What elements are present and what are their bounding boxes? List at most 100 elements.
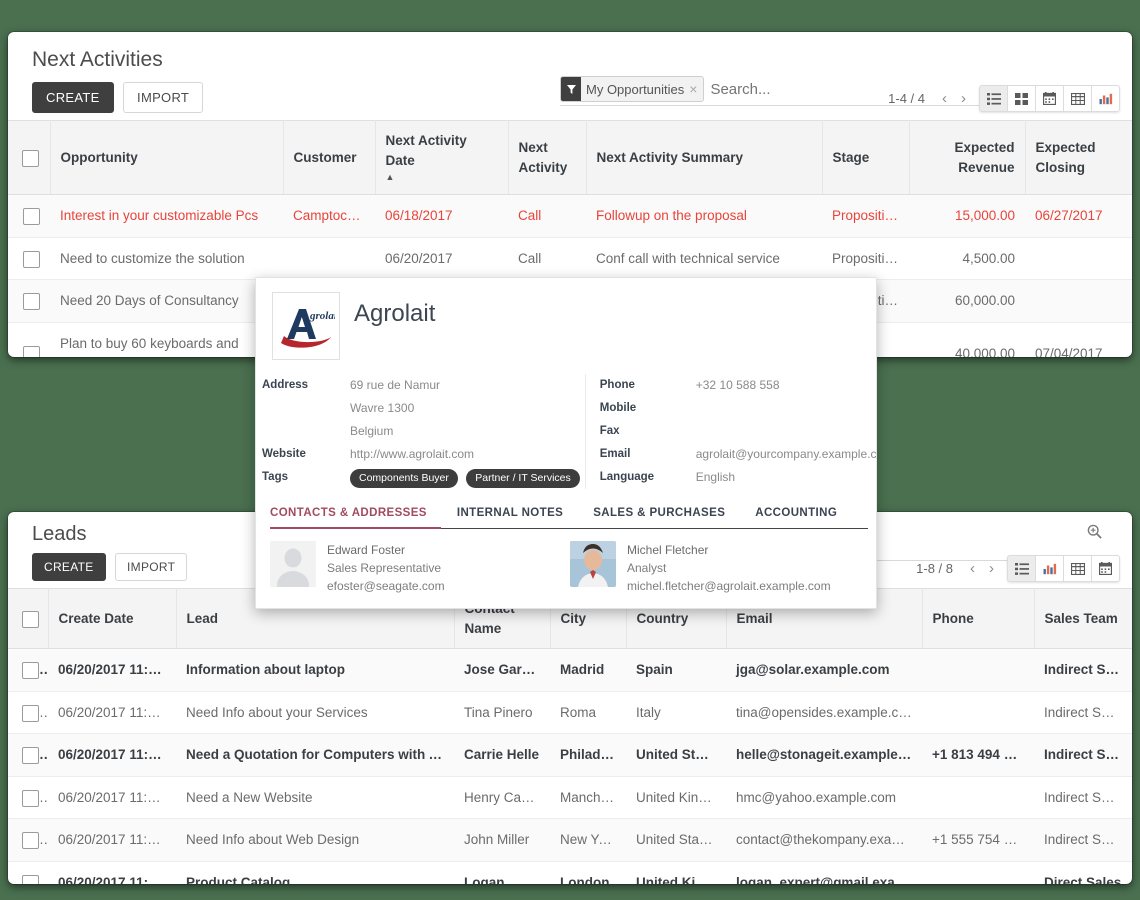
cell-stage: Proposition — [822, 237, 909, 280]
leads-graph-view-icon[interactable] — [1035, 555, 1064, 582]
filter-icon — [561, 77, 581, 101]
leads-pivot-view-icon[interactable] — [1063, 555, 1092, 582]
cell-expected-revenue: 60,000.00 — [909, 280, 1025, 323]
cell-customer: Camptocamp — [283, 195, 375, 238]
cell-contact-name: Logan — [454, 861, 550, 884]
row-select-cell — [8, 819, 48, 862]
leads-select-all-checkbox[interactable] — [22, 611, 39, 628]
column-header-next-activity-summary[interactable]: Next Activity Summary — [586, 121, 822, 195]
pivot-view-icon[interactable] — [1063, 85, 1092, 112]
select-all-checkbox[interactable] — [22, 150, 39, 167]
cell-country: United Kingdom — [626, 861, 726, 884]
column-header-customer[interactable]: Customer — [283, 121, 375, 195]
table-row[interactable]: 06/20/2017 11:06:10Need Info about your … — [8, 691, 1132, 734]
table-row[interactable]: 06/20/2017 11:06:10Need a New WebsiteHen… — [8, 776, 1132, 819]
search-facet-my-opportunities[interactable]: My Opportunities × — [560, 76, 704, 102]
tab-sales-and-purchases[interactable]: SALES & PURCHASES — [593, 501, 739, 528]
cell-create-date: 06/20/2017 11:06:10 — [48, 861, 176, 884]
close-icon[interactable]: × — [689, 81, 703, 97]
cell-stage: Proposition — [822, 195, 909, 238]
row-select-cell — [8, 649, 48, 692]
table-row[interactable]: Interest in your customizable Pcs Campto… — [8, 195, 1132, 238]
row-select-cell — [8, 322, 50, 357]
cell-country: Spain — [626, 649, 726, 692]
cell-contact-name: John Miller — [454, 819, 550, 862]
table-row[interactable]: Need to customize the solution 06/20/201… — [8, 237, 1132, 280]
column-header-create-date[interactable]: Create Date — [48, 589, 176, 649]
row-checkbox[interactable] — [23, 346, 40, 357]
leads-pager-previous-button[interactable]: ‹ — [963, 560, 982, 577]
row-checkbox[interactable] — [22, 832, 39, 849]
cell-email: helle@stonageit.example.com — [726, 734, 922, 777]
column-header-stage[interactable]: Stage — [822, 121, 909, 195]
leads-calendar-view-icon[interactable] — [1091, 555, 1120, 582]
photo-avatar — [570, 541, 616, 587]
create-button[interactable]: CREATE — [32, 82, 114, 113]
cell-email: hmc@yahoo.example.com — [726, 776, 922, 819]
row-checkbox[interactable] — [23, 293, 40, 310]
table-row[interactable]: 06/20/2017 11:06:10Need Info about Web D… — [8, 819, 1132, 862]
kanban-view-icon[interactable] — [1007, 85, 1036, 112]
cell-sales-team: Indirect Sales — [1034, 819, 1132, 862]
website-value[interactable]: http://www.agrolait.com — [350, 443, 585, 466]
import-button[interactable]: IMPORT — [123, 82, 203, 113]
column-header-next-activity[interactable]: Next Activity — [508, 121, 586, 195]
leads-pager-count: 1-8 / 8 — [916, 561, 953, 576]
cell-country: United States — [626, 819, 726, 862]
cell-create-date: 06/20/2017 11:06:10 — [48, 776, 176, 819]
list-view-icon[interactable] — [979, 85, 1008, 112]
table-row[interactable]: 06/20/2017 11:06:10Product CatalogLoganL… — [8, 861, 1132, 884]
cell-lead: Need Info about Web Design — [176, 819, 454, 862]
leads-import-button[interactable]: IMPORT — [115, 553, 187, 581]
email-value[interactable]: agrolait@yourcompany.example.com — [696, 443, 877, 466]
leads-table: Create Date Lead Contact Name City Count… — [8, 588, 1132, 884]
contact-card[interactable]: Michel Fletcher Analyst michel.fletcher@… — [570, 541, 870, 595]
view-switcher — [979, 85, 1120, 112]
tab-accounting[interactable]: ACCOUNTING — [755, 501, 851, 528]
column-header-sales-team[interactable]: Sales Team — [1034, 589, 1132, 649]
partner-left-column: Address Website Tags 69 rue de Namur Wav… — [256, 374, 585, 489]
cell-email: jga@solar.example.com — [726, 649, 922, 692]
pager-previous-button[interactable]: ‹ — [935, 90, 954, 107]
mobile-value — [696, 397, 877, 420]
row-checkbox[interactable] — [22, 705, 39, 722]
row-checkbox[interactable] — [22, 662, 39, 679]
pager-next-button[interactable]: › — [954, 90, 973, 107]
leads-create-button[interactable]: CREATE — [32, 553, 106, 581]
leads-list-view-icon[interactable] — [1007, 555, 1036, 582]
cell-contact-name: Henry Campbell — [454, 776, 550, 819]
calendar-view-icon[interactable] — [1035, 85, 1064, 112]
graph-view-icon[interactable] — [1091, 85, 1120, 112]
cell-opportunity: Need to customize the solution — [50, 237, 283, 280]
row-checkbox[interactable] — [23, 251, 40, 268]
column-header-next-activity-date[interactable]: Next Activity Date ▲ — [375, 121, 508, 195]
contact-card[interactable]: Edward Foster Sales Representative efost… — [270, 541, 570, 595]
tab-contacts-and-addresses[interactable]: CONTACTS & ADDRESSES — [270, 501, 441, 529]
tag-chip: Components Buyer — [350, 469, 458, 488]
cell-summary: Followup on the proposal — [586, 195, 822, 238]
table-row[interactable]: 06/20/2017 11:06:10Information about lap… — [8, 649, 1132, 692]
partner-right-column: Phone Mobile Fax Email Language +32 10 5… — [585, 374, 877, 489]
row-checkbox[interactable] — [22, 875, 39, 884]
column-header-expected-closing[interactable]: Expected Closing — [1025, 121, 1132, 195]
row-checkbox[interactable] — [23, 208, 40, 225]
select-all-header — [8, 121, 50, 195]
row-checkbox[interactable] — [22, 790, 39, 807]
column-header-opportunity[interactable]: Opportunity — [50, 121, 283, 195]
fax-value — [696, 420, 877, 443]
language-label: Language — [600, 466, 684, 489]
search-plus-icon[interactable] — [1087, 524, 1102, 543]
cell-email: tina@opensides.example.com — [726, 691, 922, 734]
table-row[interactable]: 06/20/2017 11:06:10Need a Quotation for … — [8, 734, 1132, 777]
leads-select-all-header — [8, 589, 48, 649]
tab-internal-notes[interactable]: INTERNAL NOTES — [457, 501, 577, 528]
row-checkbox[interactable] — [22, 747, 39, 764]
cell-phone: +1 555 754 3010 — [922, 819, 1034, 862]
cell-city: Philadelphia — [550, 734, 626, 777]
cell-contact-name: Jose Garcia — [454, 649, 550, 692]
partner-card-body: Address Website Tags 69 rue de Namur Wav… — [256, 360, 876, 489]
pager-count: 1-4 / 4 — [888, 91, 925, 106]
column-header-expected-revenue[interactable]: Expected Revenue — [909, 121, 1025, 195]
column-header-phone[interactable]: Phone — [922, 589, 1034, 649]
leads-pager-next-button[interactable]: › — [982, 560, 1001, 577]
